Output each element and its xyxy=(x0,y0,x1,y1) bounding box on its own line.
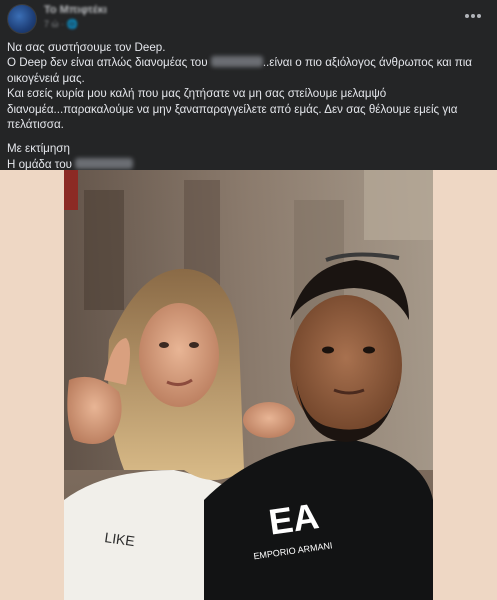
page-avatar[interactable] xyxy=(7,4,37,34)
post-line: οικογένειά μας. xyxy=(7,71,85,85)
post-line: Με εκτίμηση xyxy=(7,142,70,156)
post-text: Να σας συστήσουμε τον Deep. Ο Deep δεν ε… xyxy=(7,40,491,172)
ellipsis-icon[interactable] xyxy=(461,6,485,26)
shirt-logo: EA xyxy=(266,495,321,543)
post-line-part: Η ομάδα του xyxy=(7,157,73,171)
redacted-name xyxy=(75,157,134,169)
post-line: πελάτισσα. xyxy=(7,118,64,132)
post-header: Το Μπιφτέκι 7 ώ · 🌐 xyxy=(0,0,497,36)
selfie-illustration: LIKE EA EMPORIO ARMANI xyxy=(64,170,433,600)
photo-backdrop: LIKE EA EMPORIO ARMANI xyxy=(0,170,497,600)
author-name[interactable]: Το Μπιφτέκι xyxy=(44,4,107,16)
post-photo[interactable]: LIKE EA EMPORIO ARMANI xyxy=(64,170,433,600)
post-line: Να σας συστήσουμε τον Deep. xyxy=(7,41,166,54)
post-timestamp[interactable]: 7 ώ · 🌐 xyxy=(44,19,78,30)
post-line-part: ..είναι ο πιο αξιόλογος άνθρωπος και πια xyxy=(262,56,472,70)
post-line-part: Ο Deep δεν είναι απλώς διανομέας του xyxy=(7,56,208,70)
post-line: Ο Deep δεν είναι απλώς διανομέας του ..ε… xyxy=(7,55,491,70)
post-line: Και εσείς κυρία μου καλή που μας ζητήσατ… xyxy=(7,87,387,101)
post-line: διανομέα...παρακαλούμε να μην ξαναπαραγγ… xyxy=(7,102,458,116)
facebook-post: Το Μπιφτέκι 7 ώ · 🌐 Να σας συστήσουμε το… xyxy=(0,0,497,600)
redacted-name xyxy=(210,56,263,68)
